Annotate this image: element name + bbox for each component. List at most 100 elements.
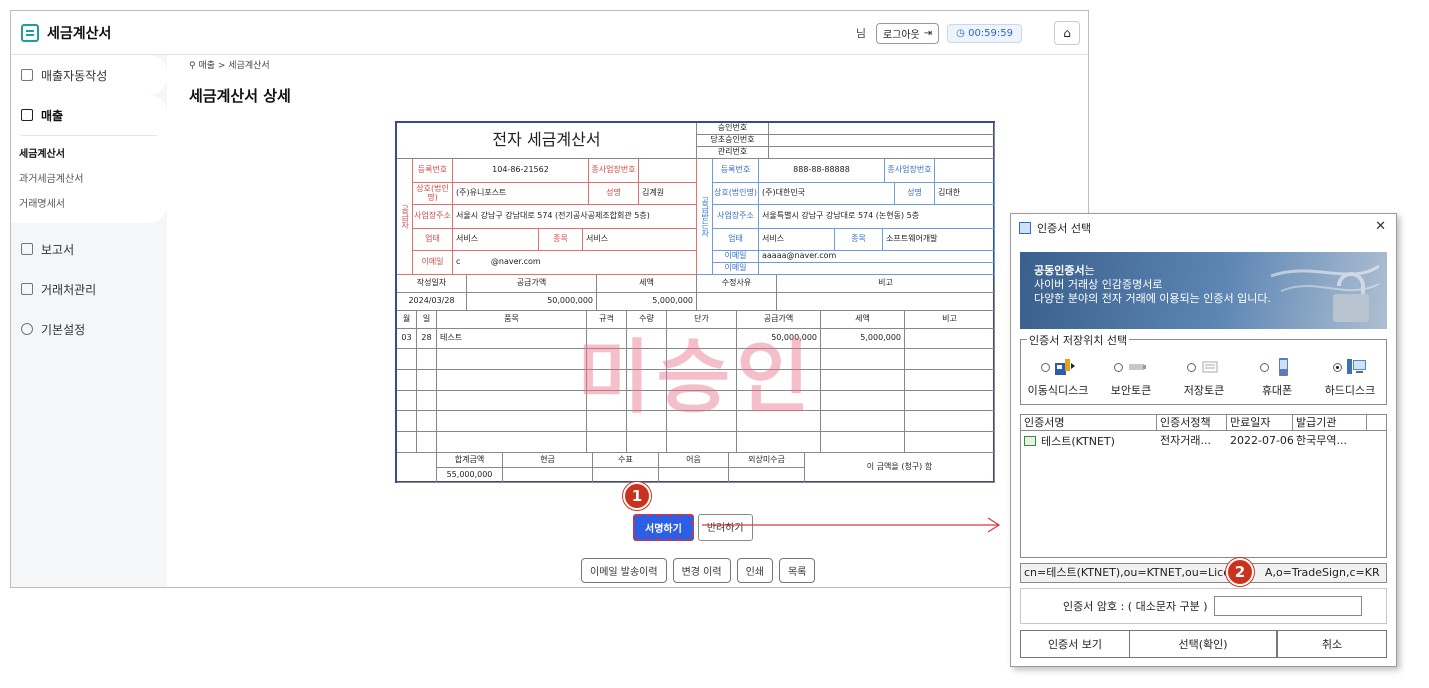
buyer-item: 소프트웨어개발 bbox=[883, 229, 995, 251]
buyer-sub-biz-label: 종사업장번호 bbox=[885, 159, 935, 183]
radio-security-token[interactable] bbox=[1114, 362, 1123, 372]
summary-remarks bbox=[777, 293, 995, 311]
sidebar-subitem-past-tax-invoice[interactable]: 과거세금계산서 bbox=[11, 167, 167, 192]
buyer-reg-no-label: 등록번호 bbox=[713, 159, 759, 183]
empty-item-cell bbox=[667, 349, 737, 370]
home-button[interactable]: ⌂ bbox=[1054, 21, 1080, 45]
radio-save-token[interactable] bbox=[1187, 362, 1196, 372]
sidebar-group-sales: 매출 세금계산서 과거세금계산서 거래명세서 bbox=[11, 95, 167, 223]
empty-item-cell bbox=[667, 411, 737, 433]
sidebar-item-report[interactable]: 보고서 bbox=[11, 229, 167, 269]
logout-label: 로그아웃 bbox=[882, 29, 920, 41]
sidebar: 매출자동작성 매출 세금계산서 과거세금계산서 거래명세서 보고서 거래처관리 … bbox=[11, 55, 167, 587]
page-title: 세금계산서 상세 bbox=[189, 87, 291, 105]
empty-item-cell bbox=[627, 369, 667, 391]
supplier-email-label: 이메일 bbox=[413, 251, 453, 275]
supplier-sub-biz-label: 종사업장번호 bbox=[589, 159, 639, 183]
dialog-title: 인증서 선택 bbox=[1037, 222, 1092, 235]
sidebar-subitem-statement[interactable]: 거래명세서 bbox=[11, 192, 167, 217]
empty-item-cell bbox=[397, 349, 417, 370]
empty-item-cell bbox=[905, 390, 995, 412]
item-supply: 50,000,000 bbox=[737, 329, 821, 349]
storage-removable-disk[interactable]: 이동식디스크 bbox=[1023, 356, 1093, 398]
buyer-address-label: 사업장주소 bbox=[713, 205, 759, 229]
change-history-button[interactable]: 변경 이력 bbox=[672, 558, 731, 583]
sidebar-subitem-tax-invoice[interactable]: 세금계산서 bbox=[11, 142, 167, 167]
col-issuer[interactable]: 발급기관 bbox=[1293, 415, 1367, 430]
storage-label: 하드디스크 bbox=[1324, 384, 1376, 397]
total-header-credit: 외상미수금 bbox=[729, 453, 805, 468]
checklist-icon bbox=[21, 243, 33, 255]
approval-no-value bbox=[769, 123, 995, 135]
supplier-name-label: 성명 bbox=[589, 183, 639, 205]
empty-item-cell bbox=[417, 411, 437, 433]
empty-item-cell bbox=[905, 349, 995, 370]
item-header-remarks: 비고 bbox=[905, 311, 995, 329]
password-input[interactable] bbox=[1213, 596, 1362, 616]
sidebar-item-settings[interactable]: 기본설정 bbox=[11, 309, 167, 349]
empty-item-cell bbox=[397, 432, 417, 453]
empty-item-cell bbox=[737, 369, 821, 391]
usb-disk-icon bbox=[1055, 359, 1075, 375]
total-note bbox=[659, 468, 729, 483]
logout-button[interactable]: 로그아웃 ⇥ bbox=[875, 22, 940, 44]
logout-icon: ⇥ bbox=[923, 27, 933, 39]
sidebar-item-label: 기본설정 bbox=[41, 322, 86, 337]
supplier-item: 서비스 bbox=[583, 229, 697, 251]
confirm-button[interactable]: 선택(확인) bbox=[1130, 630, 1278, 658]
empty-item-cell bbox=[397, 369, 417, 391]
close-icon[interactable]: ✕ bbox=[1375, 219, 1386, 234]
storage-security-token[interactable]: 보안토큰 bbox=[1096, 356, 1166, 398]
step-badge-1: 1 bbox=[623, 482, 651, 510]
buyer-address: 서울특별시 강남구 강남대로 574 (논현동) 5층 bbox=[759, 205, 995, 229]
list-button[interactable]: 목록 bbox=[778, 558, 816, 583]
supplier-company-label: 상호(법인명) bbox=[413, 183, 453, 205]
sidebar-item-sales[interactable]: 매출 bbox=[11, 95, 167, 135]
certificate-list: 인증서명 인증서정책 만료일자 발급기관 테스트(KTNET) 전자거래... … bbox=[1020, 414, 1387, 558]
sign-button[interactable]: 서명하기 bbox=[633, 514, 694, 541]
invoice-title: 전자 세금계산서 bbox=[397, 123, 697, 159]
empty-item-cell bbox=[627, 349, 667, 370]
supplier-side-label: 공급자 bbox=[397, 159, 413, 275]
sidebar-item-auto-sales[interactable]: 매출자동작성 bbox=[11, 55, 167, 95]
empty-item-cell bbox=[587, 432, 627, 453]
brand[interactable]: 세금계산서 bbox=[21, 23, 111, 43]
dialog-buttons: 인증서 보기 선택(확인) 취소 bbox=[1020, 630, 1387, 658]
email-history-button[interactable]: 이메일 발송이력 bbox=[581, 558, 667, 583]
claim-text: 이 금액을 (청구) 함 bbox=[805, 453, 995, 483]
timer-value: 00:59:59 bbox=[968, 27, 1013, 39]
total-header-check: 수표 bbox=[593, 453, 659, 468]
total-header-sum: 합계금액 bbox=[437, 453, 503, 468]
save-token-icon bbox=[1202, 361, 1218, 373]
item-remarks bbox=[905, 329, 995, 349]
certificate-row[interactable]: 테스트(KTNET) 전자거래... 2022-07-06 한국무역... bbox=[1021, 433, 1386, 449]
supplier-type: 서비스 bbox=[453, 229, 539, 251]
empty-item-cell bbox=[417, 432, 437, 453]
supplier-company: (주)유니포스트 bbox=[453, 183, 589, 205]
col-cert-name[interactable]: 인증서명 bbox=[1021, 415, 1157, 430]
sidebar-item-clients[interactable]: 거래처관리 bbox=[11, 269, 167, 309]
item-spec bbox=[587, 329, 627, 349]
empty-item-cell bbox=[417, 369, 437, 391]
clock-icon: ◷ bbox=[956, 27, 965, 39]
item-header-tax: 세액 bbox=[821, 311, 905, 329]
print-button[interactable]: 인쇄 bbox=[736, 558, 773, 583]
view-certificate-button[interactable]: 인증서 보기 bbox=[1020, 630, 1130, 658]
cancel-button[interactable]: 취소 bbox=[1278, 630, 1387, 658]
security-token-icon bbox=[1129, 364, 1146, 370]
empty-item-cell bbox=[437, 390, 587, 412]
summary-header-reason: 수정사유 bbox=[697, 275, 777, 293]
session-timer[interactable]: ◷ 00:59:59 bbox=[947, 23, 1022, 43]
storage-save-token[interactable]: 저장토큰 bbox=[1169, 356, 1239, 398]
storage-mobile-phone[interactable]: 휴대폰 bbox=[1242, 356, 1312, 398]
empty-item-cell bbox=[905, 369, 995, 391]
radio-hard-disk[interactable] bbox=[1333, 362, 1342, 372]
storage-hard-disk[interactable]: 하드디스크 bbox=[1315, 356, 1385, 398]
item-price bbox=[667, 329, 737, 349]
col-cert-policy[interactable]: 인증서정책 bbox=[1157, 415, 1227, 430]
radio-mobile[interactable] bbox=[1260, 362, 1269, 372]
item-header-supply: 공급가액 bbox=[737, 311, 821, 329]
radio-removable[interactable] bbox=[1041, 362, 1050, 372]
gear-icon bbox=[21, 323, 33, 335]
col-expiry[interactable]: 만료일자 bbox=[1227, 415, 1293, 430]
